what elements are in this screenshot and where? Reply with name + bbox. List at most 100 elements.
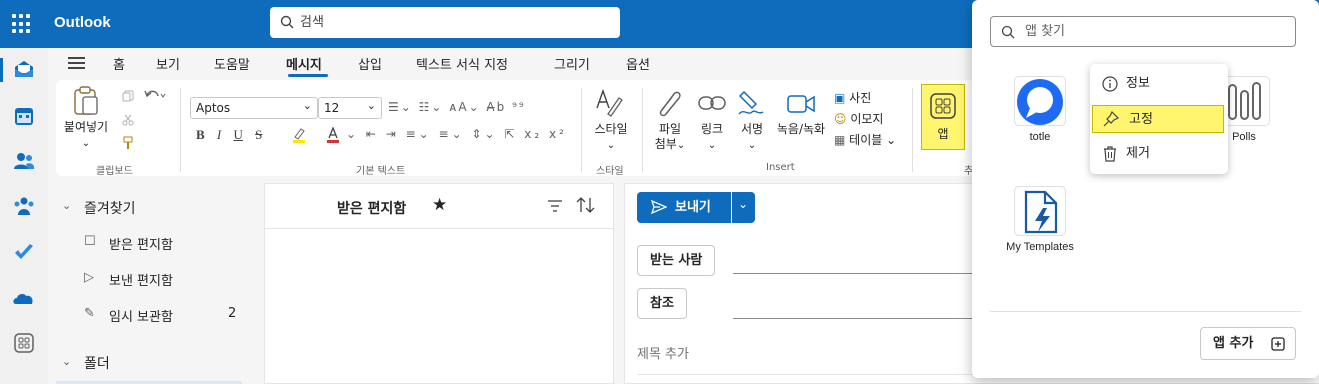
- cut-icon[interactable]: [122, 114, 134, 126]
- tab-home[interactable]: 홈: [113, 54, 125, 73]
- trash-icon: [1104, 146, 1116, 162]
- calendar-icon[interactable]: [12, 104, 36, 128]
- app-search-input[interactable]: 앱 찾기: [990, 16, 1296, 47]
- signature-button[interactable]: 서명 ⌄: [732, 122, 772, 153]
- todo-icon[interactable]: [12, 240, 36, 264]
- message-list: 받은 편지함 ★: [264, 183, 614, 384]
- apps-icon[interactable]: [12, 331, 36, 355]
- to-button[interactable]: 받는 사람: [637, 245, 716, 276]
- menu-item-info[interactable]: 정보: [1090, 70, 1228, 98]
- list-title: 받은 편지함: [337, 201, 407, 217]
- photo-button[interactable]: ▣ 사진: [834, 88, 896, 109]
- chevron-down-icon: ⌄: [606, 140, 616, 151]
- chevron-down-icon[interactable]: ⌄: [62, 355, 71, 368]
- styles-button[interactable]: 스타일 ⌄: [586, 122, 636, 153]
- tab-help[interactable]: 도움말: [214, 54, 250, 73]
- mail-icon[interactable]: [12, 58, 36, 82]
- font-size-select[interactable]: 12 ⌄: [318, 97, 382, 119]
- groups-icon[interactable]: [12, 195, 36, 219]
- tab-message[interactable]: 메시지: [286, 54, 322, 73]
- folders-header[interactable]: 폴더: [84, 353, 110, 373]
- list-and-font-tools[interactable]: ☰⌄ ☷⌄ ᴀA⌄ A̶b ⁹⁹: [388, 100, 526, 114]
- attach-label-1: 파일: [658, 122, 682, 136]
- app-search-placeholder: 앱 찾기: [1025, 24, 1066, 39]
- onedrive-icon[interactable]: [12, 286, 36, 310]
- menu-item-pin[interactable]: 고정: [1092, 105, 1224, 133]
- app-launcher-icon[interactable]: [12, 14, 32, 34]
- tab-insert[interactable]: 삽입: [358, 54, 382, 73]
- search-placeholder: 검색: [300, 15, 324, 30]
- drafts-count: 2: [228, 306, 237, 321]
- insert-small-buttons: ▣ 사진 ☺ 이모지 ▦ 테이블 ⌄: [834, 88, 896, 151]
- attach-label-2: 첨부: [654, 137, 677, 151]
- recording-button[interactable]: 녹음/녹화: [772, 122, 830, 137]
- chevron-down-icon[interactable]: ⌄: [62, 199, 71, 212]
- menu-item-remove[interactable]: 제거: [1090, 140, 1228, 168]
- menu-icon[interactable]: [68, 57, 85, 69]
- search-input[interactable]: 검색: [270, 7, 620, 38]
- folder-pane: ⌄ 즐겨찾기 ☐ 받은 편지함 ▷ 보낸 편지함 ✎ 임시 보관함 2 ⌄ 폴더: [48, 176, 262, 384]
- link-label: 링크: [700, 122, 724, 136]
- table-label: 테이블: [849, 133, 883, 147]
- attach-file-button[interactable]: 파일 첨부⌄: [648, 122, 692, 153]
- styles-label: 스타일: [594, 122, 628, 136]
- send-icon: [651, 200, 667, 214]
- link-button[interactable]: 링크 ⌄: [692, 122, 732, 153]
- app-title[interactable]: Outlook: [54, 14, 111, 31]
- tab-view[interactable]: 보기: [156, 54, 180, 73]
- templates-icon: [1014, 186, 1066, 236]
- app-rail: [0, 48, 48, 384]
- tab-draw[interactable]: 그리기: [554, 54, 590, 73]
- font-color-icon[interactable]: [326, 127, 340, 143]
- insert-group-label: Insert: [766, 162, 795, 173]
- tab-options[interactable]: 옵션: [626, 54, 650, 73]
- paste-label: 붙여넣기: [63, 120, 109, 134]
- apps-button[interactable]: 앱: [921, 84, 965, 150]
- nav-item-sent[interactable]: 보낸 편지함: [109, 270, 173, 289]
- emoji-button[interactable]: ☺ 이모지: [834, 109, 896, 130]
- format-painter-icon[interactable]: [122, 136, 134, 150]
- undo-icon[interactable]: [144, 88, 166, 102]
- highlight-icon[interactable]: [292, 127, 306, 143]
- add-app-button[interactable]: 앱 추가: [1200, 327, 1296, 360]
- paragraph-tools[interactable]: ⌄ ⇤ ⇥ ≡⌄ ≡⌄ ⇕⌄ ⇱ x₂ x²: [346, 127, 567, 141]
- video-recording-icon: [787, 95, 815, 113]
- font-family-select[interactable]: Aptos ⌄: [190, 97, 318, 119]
- subject-input[interactable]: 제목 추가: [637, 343, 689, 362]
- photo-icon: ▣: [834, 91, 846, 105]
- pin-icon: [1103, 111, 1119, 127]
- app-tile-totle[interactable]: totle: [994, 76, 1086, 143]
- filter-icon[interactable]: [547, 199, 563, 213]
- signature-label: 서명: [740, 122, 764, 136]
- table-button[interactable]: ▦ 테이블 ⌄: [834, 130, 896, 151]
- star-icon[interactable]: ★: [432, 195, 447, 215]
- menu-item-label: 고정: [1129, 112, 1153, 127]
- format-tools[interactable]: B I U S: [196, 127, 262, 143]
- chevron-down-icon: ⌄: [302, 99, 312, 112]
- drafts-icon: ✎: [84, 306, 95, 321]
- cc-button[interactable]: 참조: [637, 288, 687, 319]
- recording-label: 녹음/녹화: [776, 122, 826, 136]
- tab-format-text[interactable]: 텍스트 서식 지정: [416, 54, 508, 73]
- send-options-button[interactable]: ⌄: [732, 192, 755, 223]
- font-family-value: Aptos: [196, 101, 231, 115]
- paste-button[interactable]: 붙여넣기 ⌄: [60, 120, 112, 151]
- paste-icon: [74, 86, 98, 115]
- nav-item-inbox[interactable]: 받은 편지함: [109, 234, 173, 253]
- favorites-header[interactable]: 즐겨찾기: [84, 198, 136, 218]
- nav-item-drafts[interactable]: 임시 보관함: [109, 306, 173, 325]
- totle-icon: [1014, 76, 1066, 126]
- app-tile-my-templates[interactable]: My Templates: [994, 186, 1086, 253]
- emoji-label: 이모지: [850, 112, 884, 126]
- chevron-down-icon: ⌄: [707, 140, 717, 151]
- menu-item-label: 정보: [1126, 76, 1150, 91]
- search-icon: [280, 15, 294, 29]
- clipboard-group-label: 클립보드: [96, 166, 133, 177]
- sort-icon[interactable]: [576, 196, 596, 214]
- copy-icon[interactable]: [122, 90, 134, 102]
- chevron-down-icon: ⌄: [886, 133, 897, 147]
- send-label: 보내기: [675, 200, 711, 215]
- people-icon[interactable]: [12, 149, 36, 173]
- send-button[interactable]: 보내기: [637, 192, 731, 223]
- basic-text-group-label: 기본 텍스트: [356, 166, 406, 177]
